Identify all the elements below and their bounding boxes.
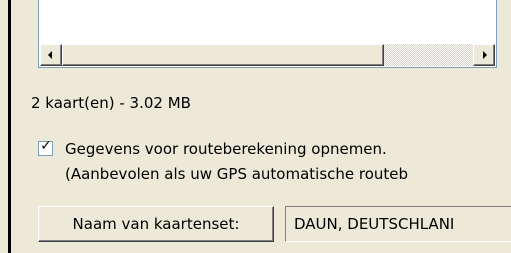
routing-label-line1: Gegevens voor routeberekening opnemen. xyxy=(65,140,387,158)
scroll-left-button[interactable] xyxy=(40,44,62,66)
horizontal-scrollbar[interactable] xyxy=(40,44,495,66)
map-list[interactable] xyxy=(38,0,497,68)
routing-data-label[interactable]: Gegevens voor routeberekening opnemen. (… xyxy=(65,137,509,187)
mapset-name-field[interactable]: DAUN, DEUTSCHLANI xyxy=(285,206,511,242)
scroll-track[interactable] xyxy=(62,44,473,66)
scroll-thumb[interactable] xyxy=(62,44,384,66)
dialog-panel: 2 kaart(en) - 3.02 MB ✓ Gegevens voor ro… xyxy=(0,0,511,253)
routing-label-line2: (Aanbevolen als uw GPS automatische rout… xyxy=(65,165,409,183)
mapset-name-button[interactable]: Naam van kaartenset: xyxy=(38,206,274,242)
triangle-left-icon xyxy=(48,51,52,59)
scroll-track-area[interactable] xyxy=(384,44,473,66)
triangle-right-icon xyxy=(483,51,487,59)
scroll-right-button[interactable] xyxy=(473,44,495,66)
maps-summary: 2 kaart(en) - 3.02 MB xyxy=(31,94,191,112)
checkmark-icon: ✓ xyxy=(40,138,52,154)
window-edge xyxy=(8,0,11,253)
routing-data-checkbox[interactable]: ✓ xyxy=(38,138,53,156)
